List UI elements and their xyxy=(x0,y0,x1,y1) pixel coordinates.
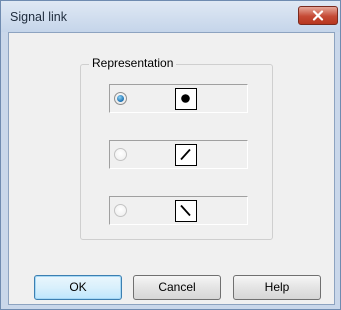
backslash-symbol-icon xyxy=(175,200,197,222)
option-backslash[interactable] xyxy=(109,196,248,225)
close-button[interactable] xyxy=(298,6,338,25)
option-dot[interactable] xyxy=(109,84,248,113)
radio-slash[interactable] xyxy=(114,148,127,161)
radio-backslash[interactable] xyxy=(114,204,127,217)
title-bar[interactable]: Signal link xyxy=(1,1,340,32)
ok-button[interactable]: OK xyxy=(34,275,122,300)
dot-symbol-icon xyxy=(175,88,197,110)
dialog-window: Signal link Representation OK Cancel Hel… xyxy=(0,0,341,310)
close-icon xyxy=(312,10,324,21)
option-slash[interactable] xyxy=(109,140,248,169)
dialog-body: Representation OK Cancel Help xyxy=(8,32,335,305)
slash-symbol-icon xyxy=(175,144,197,166)
group-label: Representation xyxy=(89,56,177,70)
window-title: Signal link xyxy=(10,10,67,24)
help-button[interactable]: Help xyxy=(233,275,321,300)
radio-dot[interactable] xyxy=(114,92,127,105)
representation-group: Representation xyxy=(80,56,273,240)
cancel-button[interactable]: Cancel xyxy=(133,275,221,300)
